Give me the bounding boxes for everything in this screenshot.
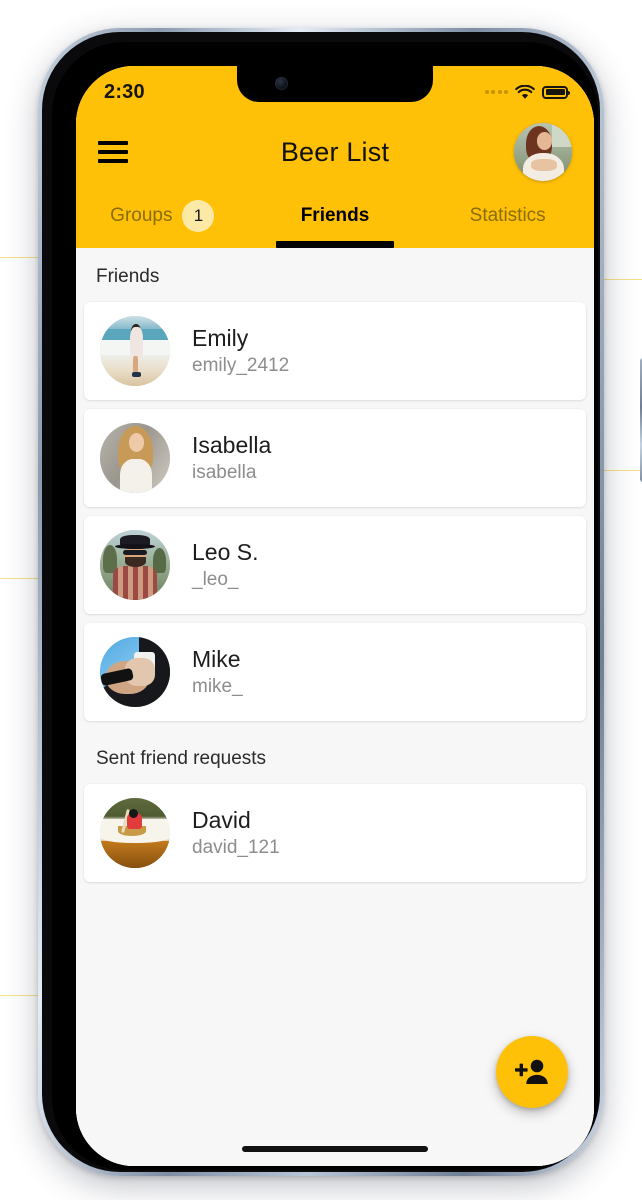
tab-groups-badge: 1 — [182, 200, 215, 232]
list-item[interactable]: Emily emily_2412 — [84, 302, 586, 400]
phone-screen: 2:30 Beer List Groups 1 Friends Statisti… — [76, 66, 594, 1166]
list-item-text: Leo S. _leo_ — [192, 540, 259, 590]
tab-friends-label: Friends — [300, 205, 370, 226]
list-item[interactable]: Leo S. _leo_ — [84, 516, 586, 614]
avatar — [100, 530, 170, 600]
person-name: Mike — [192, 645, 241, 672]
friends-list: Emily emily_2412 Isabella isabella Leo S… — [76, 302, 594, 721]
person-name: Isabella — [192, 431, 272, 458]
list-item-text: Mike mike_ — [192, 647, 243, 697]
tab-bar: Groups 1 Friends Statistics — [76, 190, 594, 248]
avatar-beach-woman-icon — [100, 316, 170, 386]
avatar-drinking-man-icon — [100, 637, 170, 707]
phone-device-frame: 2:30 Beer List Groups 1 Friends Statisti… — [38, 28, 642, 1176]
tab-statistics[interactable]: Statistics — [421, 190, 594, 248]
backdrop-guide-line — [600, 470, 642, 471]
tab-friends[interactable]: Friends — [249, 190, 422, 248]
tab-active-indicator — [276, 241, 394, 248]
section-header-sent-requests: Sent friend requests — [96, 748, 267, 769]
section-header-friends: Friends — [96, 266, 160, 287]
front-camera-icon — [275, 77, 288, 90]
home-indicator[interactable] — [242, 1146, 428, 1152]
list-item-text: David david_121 — [192, 808, 280, 858]
tab-groups-label: Groups — [110, 205, 173, 226]
tab-groups[interactable]: Groups 1 — [76, 190, 249, 248]
status-bar-time: 2:30 — [104, 80, 145, 103]
avatar — [100, 316, 170, 386]
friends-content: Friends Emily emily_2412 Isabella isabel… — [76, 248, 594, 1166]
user-avatar-icon — [514, 123, 572, 181]
person-name: David — [192, 806, 251, 833]
status-bar-indicators — [484, 84, 570, 100]
person-add-icon — [515, 1059, 548, 1084]
battery-full-icon — [542, 85, 570, 99]
avatar — [100, 637, 170, 707]
device-notch — [237, 66, 433, 102]
app-container: 2:30 Beer List Groups 1 Friends Statisti… — [76, 66, 594, 1166]
list-item[interactable]: Isabella isabella — [84, 409, 586, 507]
sent-requests-list: David david_121 — [76, 784, 594, 882]
screenshot-stage: 2:30 Beer List Groups 1 Friends Statisti… — [0, 0, 642, 1200]
person-handle: david_121 — [192, 837, 280, 859]
avatar-rowing-beer-icon — [100, 798, 170, 868]
signal-dots-icon — [484, 90, 508, 94]
profile-avatar[interactable] — [514, 123, 572, 181]
person-handle: emily_2412 — [192, 355, 290, 377]
add-friend-fab-button[interactable] — [496, 1036, 568, 1108]
list-item[interactable]: David david_121 — [84, 784, 586, 882]
tab-statistics-label: Statistics — [469, 205, 546, 226]
list-item-text: Isabella isabella — [192, 433, 271, 483]
app-bar: Beer List — [76, 114, 594, 190]
backdrop-guide-line — [604, 279, 642, 280]
list-item-text: Emily emily_2412 — [192, 326, 289, 376]
wifi-icon — [515, 84, 535, 99]
person-handle: mike_ — [192, 676, 243, 698]
avatar — [100, 423, 170, 493]
person-name: Leo S. — [192, 538, 259, 565]
person-handle: _leo_ — [192, 569, 239, 591]
avatar-hat-man-icon — [100, 530, 170, 600]
person-handle: isabella — [192, 462, 257, 484]
hamburger-menu-icon[interactable] — [98, 141, 128, 163]
avatar-wall-woman-icon — [100, 423, 170, 493]
person-name: Emily — [192, 324, 249, 351]
avatar — [100, 798, 170, 868]
device-midframe: 2:30 Beer List Groups 1 Friends Statisti… — [42, 32, 600, 1172]
device-bezel: 2:30 Beer List Groups 1 Friends Statisti… — [52, 42, 598, 1170]
list-item[interactable]: Mike mike_ — [84, 623, 586, 721]
